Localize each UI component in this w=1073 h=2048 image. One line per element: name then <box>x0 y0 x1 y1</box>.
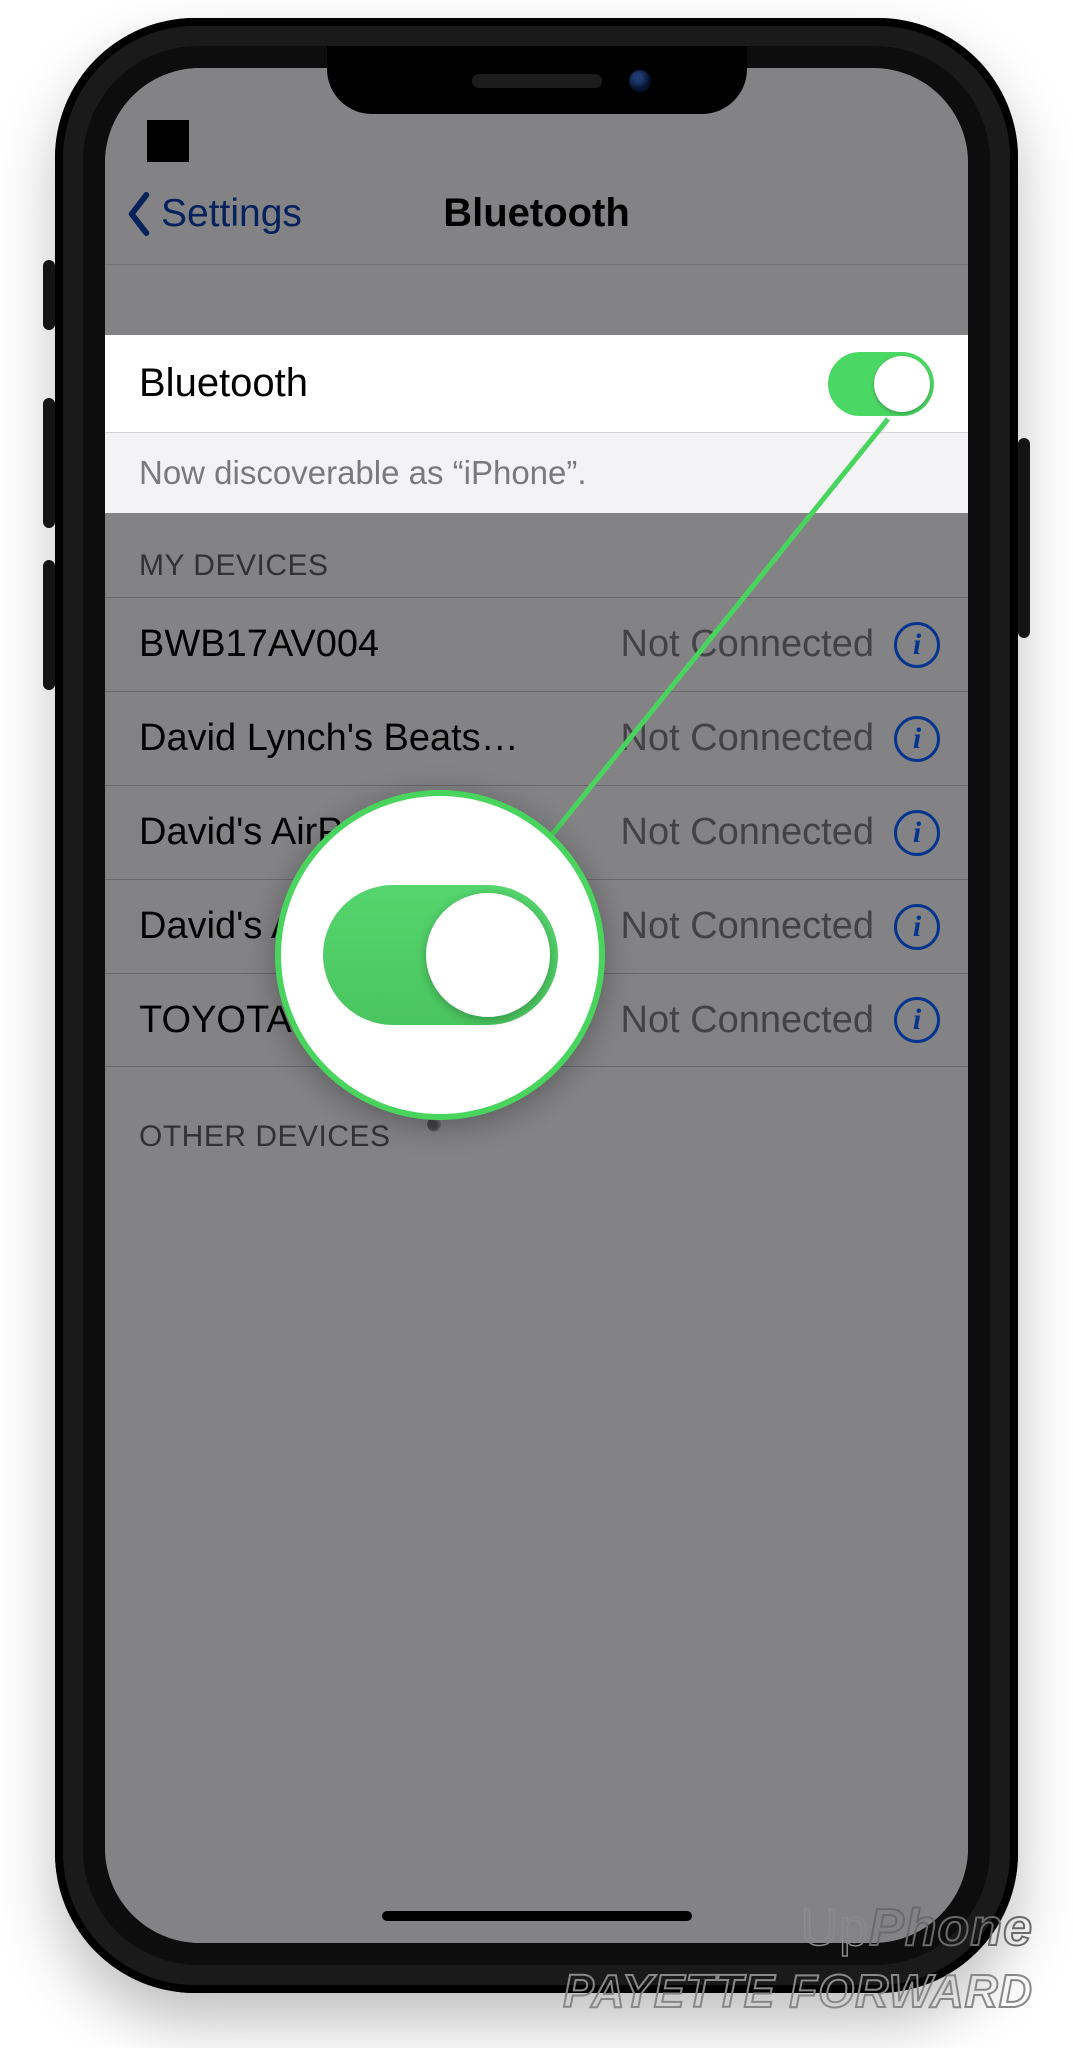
device-name: BWB17AV004 <box>139 623 523 666</box>
volume-down-button <box>43 560 55 690</box>
device-status: Not Connected <box>523 811 894 854</box>
info-icon[interactable]: i <box>894 622 940 668</box>
empty-space <box>105 1207 968 1943</box>
watermark-payette: PAYETTE FORWARD <box>563 1964 1033 2018</box>
my-devices-header: MY DEVICES <box>105 513 968 597</box>
device-row[interactable]: David Lynch's Beats S...Not Connectedi <box>105 691 968 785</box>
spacer <box>105 265 968 335</box>
volume-up-button <box>43 398 55 528</box>
info-icon[interactable]: i <box>894 997 940 1043</box>
screen-recording-indicator <box>147 120 189 162</box>
watermark-phone: Phone <box>869 1899 1033 1957</box>
side-button <box>1018 438 1030 638</box>
info-icon[interactable]: i <box>894 716 940 762</box>
magnifier-callout <box>275 790 605 1120</box>
magnified-toggle <box>323 885 558 1025</box>
notch <box>327 46 747 114</box>
watermark-up: Up <box>801 1899 869 1957</box>
highlighted-region: Bluetooth Now discoverable as “iPhone”. <box>105 335 968 513</box>
bluetooth-row[interactable]: Bluetooth <box>105 335 968 433</box>
bluetooth-toggle[interactable] <box>828 352 934 416</box>
bluetooth-label: Bluetooth <box>139 361 308 406</box>
spinner-icon <box>415 1118 453 1156</box>
device-row[interactable]: BWB17AV004Not Connectedi <box>105 597 968 691</box>
device-name: David Lynch's Beats S... <box>139 717 523 760</box>
info-icon[interactable]: i <box>894 904 940 950</box>
device-status: Not Connected <box>523 623 894 666</box>
nav-bar: Settings Bluetooth <box>105 163 968 265</box>
info-icon[interactable]: i <box>894 810 940 856</box>
mute-switch <box>43 260 55 330</box>
discoverable-text: Now discoverable as “iPhone”. <box>105 433 968 513</box>
watermark-upphone: UpPhone <box>801 1898 1033 1958</box>
page-title: Bluetooth <box>105 191 968 236</box>
other-devices-label: OTHER DEVICES <box>139 1120 391 1154</box>
device-status: Not Connected <box>523 717 894 760</box>
home-indicator[interactable] <box>382 1911 692 1921</box>
